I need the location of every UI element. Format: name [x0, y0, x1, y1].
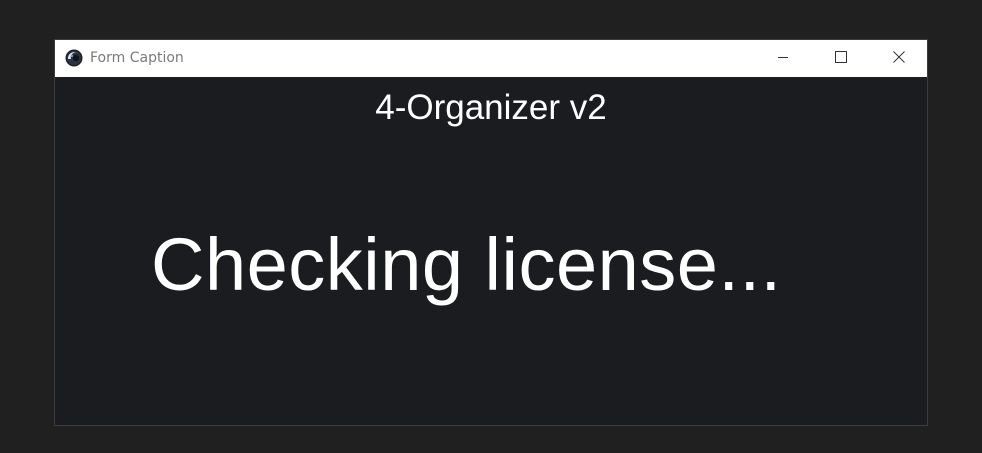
app-window: Form Caption 4-Organizer v2 Checking lic… [54, 39, 928, 426]
close-icon [893, 50, 905, 68]
maximize-icon [835, 50, 847, 68]
minimize-icon [777, 50, 789, 68]
app-name-heading: 4-Organizer v2 [375, 88, 607, 127]
app-icon [65, 49, 83, 67]
minimize-button[interactable] [754, 40, 812, 77]
status-message: Checking license... [151, 223, 782, 306]
maximize-button[interactable] [812, 40, 870, 77]
client-area: 4-Organizer v2 Checking license... [55, 77, 927, 425]
window-title: Form Caption [90, 50, 184, 66]
close-button[interactable] [870, 40, 928, 77]
title-bar[interactable]: Form Caption [55, 40, 927, 77]
